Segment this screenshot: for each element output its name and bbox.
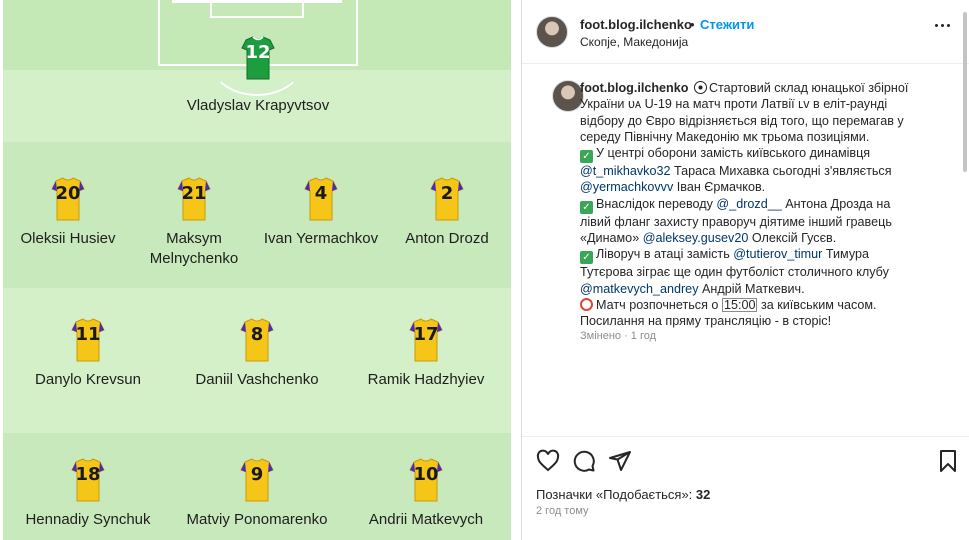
more-options-icon[interactable] — [935, 24, 951, 28]
shirt-number: 20 — [55, 183, 81, 204]
caption-text: Тараса Михавка сьогодні з'являється — [670, 164, 892, 179]
mention-link[interactable]: @yermachkovvv — [580, 180, 673, 194]
caption-text: Олексій Гусєв. — [748, 231, 837, 246]
caption-username[interactable]: foot.blog.ilchenko — [580, 81, 688, 95]
edited-timestamp: Змінено · 1 год — [580, 330, 657, 342]
caption-text: У центрі оборони замість київського дина… — [596, 146, 871, 161]
goalkeeper-shirt-icon: 12 — [240, 36, 276, 80]
caption-text: Антона Дрозда на — [781, 196, 891, 211]
caption-text: Ліворуч в атаці замість — [596, 247, 734, 262]
shirt-icon: 10 — [408, 458, 444, 502]
player-name: Maksym Melnychenko — [149, 230, 239, 267]
caption-text: середу Північну Македонію ᴍᴋ трьома пози… — [580, 129, 870, 144]
shirt-icon: 8 — [239, 318, 275, 362]
shirt-number: 21 — [181, 183, 207, 204]
shirt-number: 4 — [314, 183, 328, 204]
comment-icon[interactable] — [572, 449, 596, 473]
post-caption: foot.blog.ilchenko Стартовий склад юнаць… — [580, 80, 960, 330]
player-name: Hennadiy Synchuk — [25, 511, 151, 528]
player-midfielder[interactable]: 8 Daniil Vashchenko — [182, 318, 332, 390]
check-mark-icon: ✓ — [580, 251, 593, 265]
caption-scrollbar[interactable] — [963, 12, 967, 172]
player-name: Daniil Vashchenko — [195, 371, 319, 388]
caption-text: Посилання на пряму трансляцію - в сторіс… — [580, 314, 832, 329]
post-location[interactable]: Скопје, Македонија — [580, 35, 688, 49]
check-mark-icon: ✓ — [580, 150, 593, 164]
soccer-ball-icon — [693, 81, 707, 94]
screen: 12 Vladyslav Krapyvtsov 20 Oleksii Husie… — [0, 0, 969, 540]
shirt-number: 2 — [440, 183, 454, 204]
player-midfielder[interactable]: 17 Ramik Hadzhyiev — [351, 318, 501, 390]
mention-link[interactable]: @_drozd__ — [716, 197, 781, 211]
caption-text: Тимура — [822, 247, 869, 262]
shirt-icon: 2 — [429, 177, 465, 221]
player-midfielder[interactable]: 11 Danylo Krevsun — [13, 318, 163, 390]
share-send-icon[interactable] — [608, 449, 632, 473]
player-forward[interactable]: 18 Hennadiy Synchuk — [13, 458, 163, 530]
likes-number: 32 — [695, 487, 711, 502]
caption-text: відбору до Євро відрізняється від того, … — [580, 113, 904, 128]
shirt-number: 18 — [75, 464, 101, 485]
post-username[interactable]: foot.blog.ilchenko — [580, 17, 692, 32]
like-heart-icon[interactable] — [536, 449, 560, 473]
shirt-number: 11 — [75, 324, 101, 345]
shirt-icon: 21 — [176, 177, 212, 221]
shirt-icon: 20 — [50, 177, 86, 221]
save-bookmark-icon[interactable] — [936, 449, 960, 473]
caption-text: Матч розпочнеться о — [596, 297, 722, 312]
caption-text: України ᴜᴀ U-19 на матч проти Латвії ʟᴠ … — [580, 97, 888, 112]
mention-link[interactable]: @matkevych_andrey — [580, 282, 699, 296]
player-forward[interactable]: 9 Matviy Ponomarenko — [182, 458, 332, 530]
post-actions: Позначки «Подобається»: 32 2 год тому — [522, 436, 969, 540]
lineup-pitch: 12 Vladyslav Krapyvtsov 20 Oleksii Husie… — [0, 0, 514, 540]
player-name: Andrii Matkevych — [368, 511, 484, 528]
caption-text: Іван Єрмачков. — [673, 180, 766, 195]
follow-button[interactable]: Стежити — [700, 17, 754, 32]
avatar[interactable] — [536, 16, 568, 48]
separator-dot: • — [690, 17, 695, 32]
post-time-ago: 2 год тому — [536, 505, 589, 517]
post-header: foot.blog.ilchenko • Стежити Скопје, Мак… — [522, 0, 969, 64]
shirt-number: 8 — [250, 324, 264, 345]
shirt-number: 17 — [413, 324, 439, 345]
player-name: Anton Drozd — [405, 230, 489, 247]
goal-area — [210, 0, 304, 18]
caption-text: Тутєрова зіграє ще один футболіст столич… — [580, 265, 889, 280]
caption-text: Внаслідок переводу — [596, 196, 717, 211]
caption-text: лівий фланг захисту праворуч діятиме інш… — [580, 214, 892, 229]
player-goalkeeper[interactable]: 12 Vladyslav Krapyvtsov — [183, 36, 333, 116]
match-time: 15:00 — [721, 297, 758, 312]
shirt-icon: 11 — [70, 318, 106, 362]
shirt-icon: 9 — [239, 458, 275, 502]
shirt-icon: 18 — [70, 458, 106, 502]
mention-link[interactable]: @tutierov_timur — [733, 247, 822, 261]
caption-text: Андрій Маткевич. — [698, 281, 805, 296]
mention-link[interactable]: @aleksey.gusev20 — [643, 231, 749, 245]
player-name: Danylo Krevsun — [35, 371, 141, 388]
player-name: Ramik Hadzhyiev — [367, 371, 485, 388]
caption-text: «Динамо» — [580, 231, 643, 246]
shirt-icon: 4 — [303, 177, 339, 221]
caption-text: Стартовий склад юнацької збірної — [708, 81, 909, 95]
check-mark-icon: ✓ — [580, 200, 593, 214]
likes-count[interactable]: Позначки «Подобається»: 32 — [536, 487, 710, 502]
likes-label: Позначки «Подобається»: — [536, 487, 696, 502]
player-name: Vladyslav Krapyvtsov — [186, 97, 330, 114]
post-panel: foot.blog.ilchenko • Стежити Скопје, Мак… — [522, 0, 969, 540]
mention-link[interactable]: @t_mikhavko32 — [580, 164, 671, 178]
player-defender[interactable]: 2 Anton Drozd — [372, 177, 514, 249]
shirt-icon: 17 — [408, 318, 444, 362]
caption-text: за київським часом. — [757, 297, 877, 312]
player-forward[interactable]: 10 Andrii Matkevych — [351, 458, 501, 530]
shirt-number: 9 — [250, 464, 264, 485]
shirt-number: 12 — [245, 42, 271, 63]
shirt-number: 10 — [413, 464, 439, 485]
alarm-clock-icon — [580, 297, 593, 311]
player-name: Matviy Ponomarenko — [186, 511, 328, 528]
